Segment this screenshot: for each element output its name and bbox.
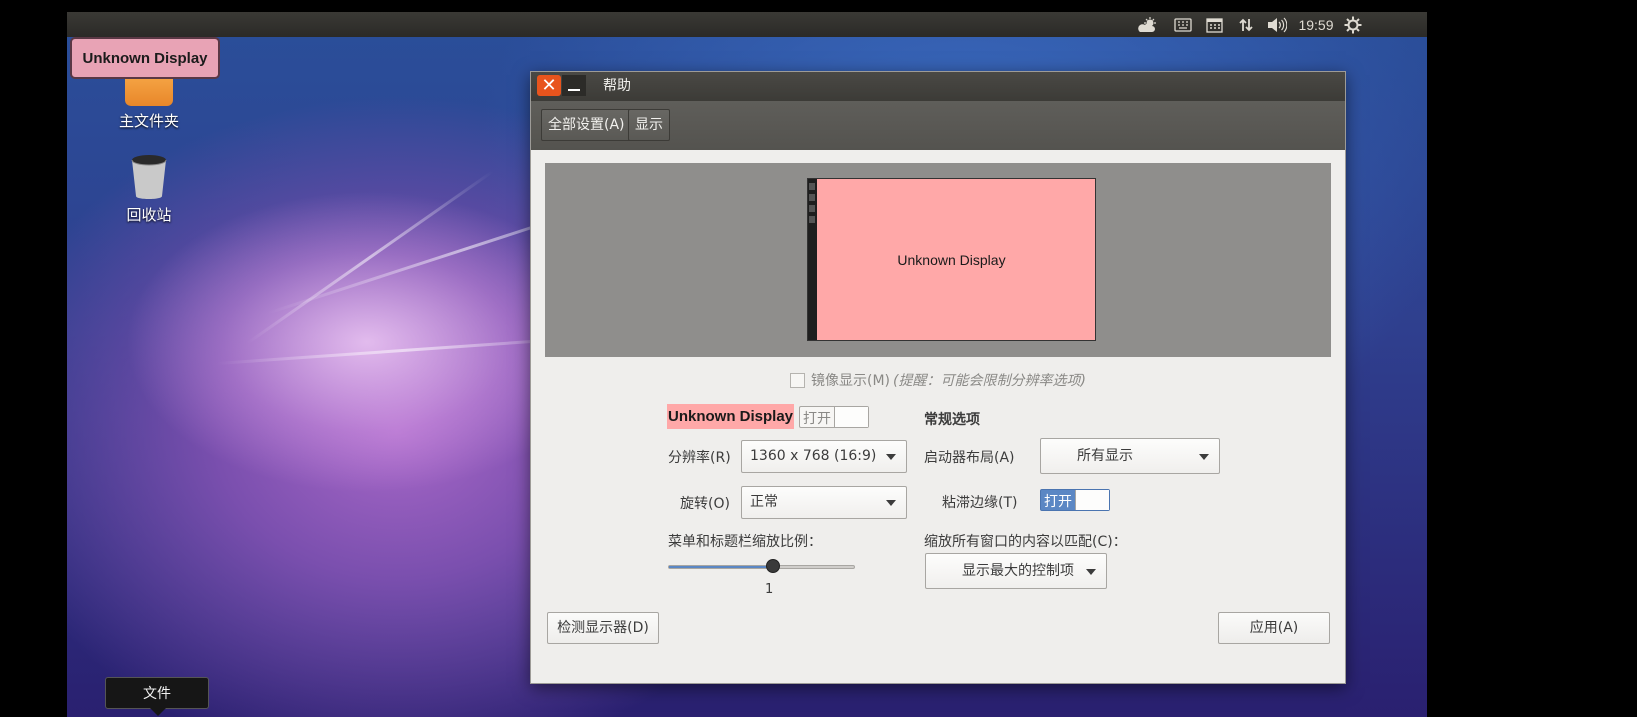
launcher-placement-select[interactable]: 所有显示 <box>1040 438 1220 474</box>
cloud-sun-icon[interactable] <box>1135 12 1161 37</box>
clock-text: 19:59 <box>1298 16 1334 33</box>
all-settings-button[interactable]: 全部设置(A) <box>541 109 632 141</box>
display-settings-window: ✕ 帮助 全部设置(A) 显示 Unknown Display 镜像显示(M) … <box>530 71 1346 684</box>
network-transfer-icon[interactable] <box>1233 12 1259 37</box>
sticky-edges-toggle[interactable]: 打开 <box>1040 489 1110 511</box>
keyboard-icon[interactable] <box>1170 12 1196 37</box>
mirror-row: 镜像显示(M) (提醒：可能会限制分辨率选项) <box>790 370 1086 390</box>
monitor-preview-label: Unknown Display <box>897 251 1006 268</box>
settings-gear-icon[interactable] <box>1340 12 1366 37</box>
scale-slider-fill <box>669 566 772 568</box>
sticky-edges-toggle-label: 打开 <box>1044 494 1072 510</box>
chevron-down-icon <box>886 500 896 506</box>
sticky-edges-toggle-knob <box>1075 490 1109 510</box>
display-notification: Unknown Display <box>70 37 220 79</box>
launcher-placement-value: 所有显示 <box>1077 448 1133 464</box>
resolution-select[interactable]: 1360 x 768 (16:9) <box>741 440 907 473</box>
resolution-value: 1360 x 768 (16:9) <box>750 448 877 464</box>
scale-value: 1 <box>765 582 774 597</box>
window-toolbar: 全部设置(A) 显示 <box>531 101 1345 150</box>
apply-button[interactable]: 应用(A) <box>1218 612 1330 644</box>
desktop-icon-label: 回收站 <box>126 206 172 224</box>
display-breadcrumb-button[interactable]: 显示 <box>628 109 670 141</box>
desktop-icon-home[interactable]: 主文件夹 <box>89 72 209 131</box>
top-panel: 19:59 <box>67 12 1427 37</box>
window-title: 帮助 <box>603 78 631 94</box>
chevron-down-icon <box>1086 569 1096 575</box>
desktop-icon-label: 主文件夹 <box>118 112 179 130</box>
close-icon[interactable]: ✕ <box>537 75 561 96</box>
display-power-toggle[interactable]: 打开 <box>799 406 869 428</box>
launcher-tooltip: 文件 <box>105 677 209 716</box>
display-toggle-label: 打开 <box>803 411 831 427</box>
clock[interactable]: 19:59 <box>1293 12 1339 37</box>
screen: 19:59 主文件夹 回收站 Unknown Display 文件 ✕ 帮助 全… <box>0 0 1637 717</box>
calendar-icon[interactable] <box>1201 12 1227 37</box>
scale-label: 菜单和标题栏缩放比例： <box>668 534 822 550</box>
window-titlebar[interactable]: ✕ 帮助 <box>531 72 1345 101</box>
scale-windows-select[interactable]: 显示最大的控制项 <box>925 553 1107 589</box>
desktop-wallpaper: 19:59 主文件夹 回收站 Unknown Display 文件 ✕ 帮助 全… <box>67 12 1427 717</box>
minimize-icon[interactable] <box>562 75 586 96</box>
chevron-down-icon <box>1199 454 1209 460</box>
mirror-checkbox[interactable] <box>790 372 805 388</box>
mirror-hint: (提醒：可能会限制分辨率选项) <box>893 373 1086 389</box>
monitor-preview[interactable]: Unknown Display <box>807 178 1096 341</box>
rotation-label: 旋转(O) <box>680 496 730 512</box>
monitor-launcher-strip <box>808 179 817 340</box>
display-name-label: Unknown Display <box>667 404 795 429</box>
volume-icon[interactable] <box>1264 12 1290 37</box>
rotation-value: 正常 <box>750 494 778 510</box>
mirror-label: 镜像显示(M) <box>811 373 891 389</box>
wallpaper-light-streak <box>246 170 494 345</box>
resolution-label: 分辨率(R) <box>668 450 731 466</box>
detect-displays-button[interactable]: 检测显示器(D) <box>547 612 659 644</box>
scale-windows-label: 缩放所有窗口的内容以匹配(C)： <box>924 534 1127 550</box>
scale-windows-value: 显示最大的控制项 <box>962 563 1074 579</box>
launcher-placement-label: 启动器布局(A) <box>924 450 1015 466</box>
general-options-heading: 常规选项 <box>924 412 980 428</box>
display-toggle-knob <box>834 407 868 427</box>
rotation-select[interactable]: 正常 <box>741 486 907 519</box>
trash-icon <box>130 154 168 200</box>
sticky-edges-label: 粘滞边缘(T) <box>942 495 1018 511</box>
monitor-preview-area: Unknown Display <box>545 163 1331 357</box>
desktop-icon-trash[interactable]: 回收站 <box>89 154 209 225</box>
scale-slider-handle[interactable] <box>766 559 780 573</box>
chevron-down-icon <box>886 454 896 460</box>
scale-slider[interactable] <box>668 559 855 573</box>
